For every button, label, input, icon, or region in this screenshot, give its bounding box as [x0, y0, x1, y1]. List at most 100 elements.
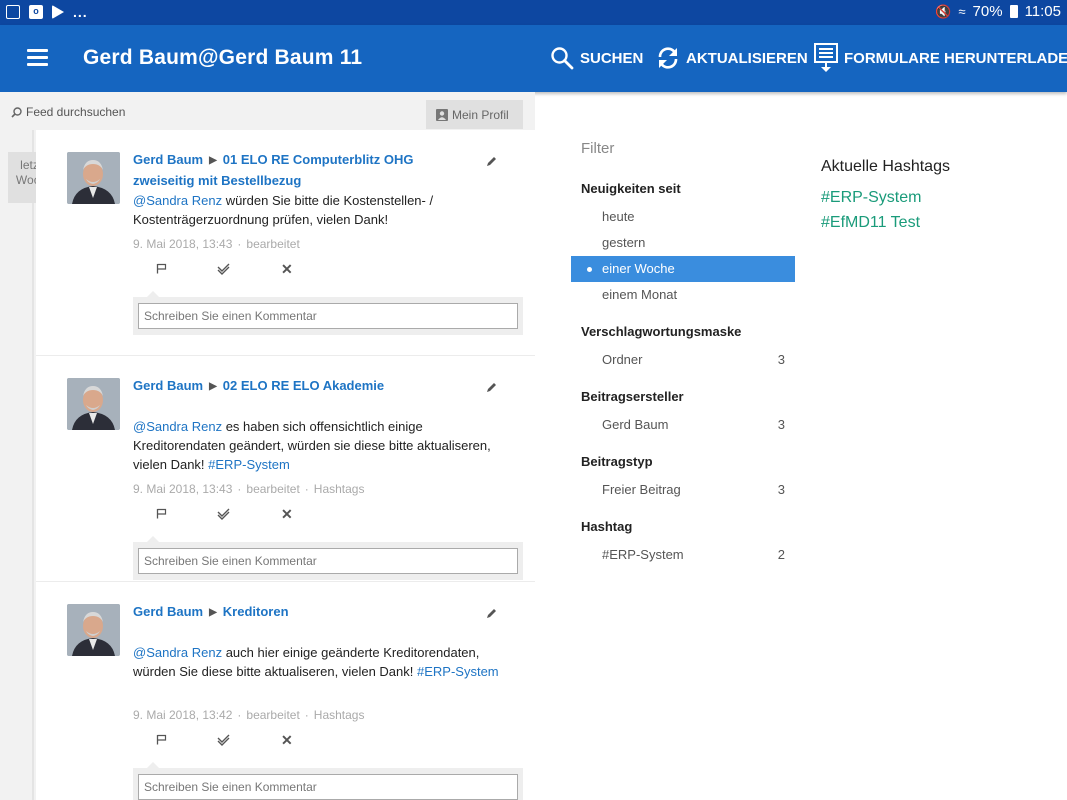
- post-edited: bearbeitet: [246, 708, 300, 722]
- comment-input[interactable]: [138, 303, 518, 329]
- post-hashtag[interactable]: #ERP-System: [417, 664, 499, 679]
- my-profile-button[interactable]: Mein Profil: [426, 100, 523, 129]
- download-forms-button[interactable]: FORMULARE HERUNTERLADEN: [814, 43, 1067, 72]
- filter-item-count: 3: [777, 352, 785, 367]
- edit-icon[interactable]: [486, 156, 497, 167]
- filter-item-label: #ERP-System: [602, 547, 684, 562]
- avatar[interactable]: [67, 378, 120, 430]
- filter-item[interactable]: Ordner 3: [571, 347, 795, 373]
- search-button[interactable]: SUCHEN: [550, 44, 643, 72]
- post-hashtags-link[interactable]: Hashtags: [314, 482, 365, 496]
- flag-icon[interactable]: [156, 263, 167, 274]
- post-date: 9. Mai 2018, 13:43: [133, 237, 233, 251]
- post-target[interactable]: 02 ELO RE ELO Akademie: [223, 378, 384, 393]
- post-author[interactable]: Gerd Baum: [133, 604, 203, 619]
- post-header: Gerd Baum ▶ 02 ELO RE ELO Akademie: [133, 376, 473, 397]
- close-icon[interactable]: ✕: [281, 733, 293, 747]
- post-author[interactable]: Gerd Baum: [133, 152, 203, 167]
- post-date: 9. Mai 2018, 13:43: [133, 482, 233, 496]
- filter-item[interactable]: Gerd Baum 3: [571, 412, 795, 438]
- flag-icon[interactable]: [156, 734, 167, 745]
- filter-item-count: 2: [777, 547, 785, 562]
- refresh-button[interactable]: AKTUALISIEREN: [656, 44, 808, 72]
- app-title: Gerd Baum@Gerd Baum 11: [83, 46, 363, 69]
- download-forms-icon: [814, 43, 838, 72]
- close-icon[interactable]: ✕: [281, 262, 293, 276]
- meta-separator: ·: [237, 482, 242, 496]
- filter-item[interactable]: Freier Beitrag 3: [571, 477, 795, 503]
- status-bar-notifications: o ...: [6, 4, 88, 20]
- comment-box: [133, 536, 523, 580]
- mute-icon: 🔇: [935, 3, 952, 19]
- post-hashtags-link[interactable]: Hashtags: [314, 708, 365, 722]
- post-mention[interactable]: @Sandra Renz: [133, 193, 222, 208]
- feed-panel: Mein Profil letzte Woche Gerd Baum▶01 EL…: [0, 92, 535, 800]
- filter-item-label: heute: [602, 209, 635, 224]
- battery-percent: 70%: [972, 3, 1003, 20]
- post-header: Gerd Baum ▶ Kreditoren: [133, 602, 473, 623]
- mark-read-icon[interactable]: [217, 263, 230, 275]
- filter-title: Filter: [581, 140, 615, 157]
- refresh-button-label: AKTUALISIEREN: [686, 49, 808, 67]
- edit-icon[interactable]: [486, 382, 497, 393]
- download-forms-label: FORMULARE HERUNTERLADEN: [844, 49, 1067, 67]
- hashtag-link[interactable]: #ERP-System: [821, 185, 1051, 210]
- play-store-icon: [52, 5, 64, 19]
- mark-read-icon[interactable]: [217, 508, 230, 520]
- menu-icon[interactable]: [27, 49, 48, 66]
- app-bar: Gerd Baum@Gerd Baum 11 SUCHEN AKTUALISIE…: [0, 25, 1067, 92]
- wifi-icon: ≈: [958, 4, 966, 19]
- mark-read-icon[interactable]: [217, 734, 230, 746]
- gallery-icon: [6, 5, 20, 19]
- meta-separator: ·: [237, 708, 242, 722]
- post-body: @Sandra Renz auch hier einige geänderte …: [133, 643, 513, 681]
- profile-icon: [436, 108, 448, 121]
- filter-item[interactable]: #ERP-System 2: [571, 542, 795, 568]
- post-target[interactable]: Kreditoren: [223, 604, 289, 619]
- post-mention[interactable]: @Sandra Renz: [133, 645, 222, 660]
- comment-input[interactable]: [138, 774, 518, 800]
- flag-icon[interactable]: [156, 508, 167, 519]
- close-icon[interactable]: ✕: [281, 507, 293, 521]
- filter-item[interactable]: gestern: [571, 230, 795, 256]
- filter-item-label: gestern: [602, 235, 646, 250]
- avatar[interactable]: [67, 604, 120, 656]
- filter-item[interactable]: einem Monat: [571, 282, 795, 308]
- filter-item[interactable]: einer Woche: [571, 256, 795, 282]
- meta-separator: ·: [237, 237, 242, 251]
- feed-search-input[interactable]: [26, 105, 226, 119]
- outlook-icon: o: [29, 5, 43, 19]
- post-header: Gerd Baum ▶ 01 ELO RE Computerblitz OHG zw…: [133, 150, 473, 190]
- feed-post: Gerd Baum ▶ 02 ELO RE ELO Akademie @Sandra…: [36, 356, 535, 582]
- clock: 11:05: [1024, 3, 1061, 20]
- meta-separator: ·: [304, 482, 309, 496]
- feed-search-icon: [11, 107, 22, 118]
- arrow-right-icon: ▶: [209, 155, 217, 166]
- feed-search-row: Mein Profil: [0, 92, 535, 130]
- filter-group-title: Hashtag: [581, 519, 633, 534]
- post-actions: ✕: [156, 262, 296, 277]
- post-meta: 9. Mai 2018, 13:43 · bearbeitet: [133, 237, 300, 251]
- post-edited: bearbeitet: [246, 482, 300, 496]
- status-bar-system: 🔇 ≈ 70% 11:05: [935, 3, 1061, 20]
- filter-item-label: Freier Beitrag: [602, 482, 681, 497]
- comment-input[interactable]: [138, 548, 518, 574]
- more-notifications: ...: [73, 4, 88, 20]
- edit-icon[interactable]: [486, 608, 497, 619]
- filter-item-label: Gerd Baum: [602, 417, 669, 432]
- post-date: 9. Mai 2018, 13:42: [133, 708, 233, 722]
- post-body: @Sandra Renz es haben sich offensichtlic…: [133, 417, 513, 474]
- refresh-icon: [658, 47, 678, 69]
- post-mention[interactable]: @Sandra Renz: [133, 419, 222, 434]
- post-author[interactable]: Gerd Baum: [133, 378, 203, 393]
- hashtags-title: Aktuelle Hashtags: [821, 158, 950, 175]
- comment-box: [133, 762, 523, 800]
- arrow-right-icon: ▶: [209, 381, 217, 392]
- avatar[interactable]: [67, 152, 120, 204]
- post-hashtag[interactable]: #ERP-System: [208, 457, 290, 472]
- hashtag-link[interactable]: #EfMD11 Test: [821, 210, 1051, 235]
- filter-item[interactable]: heute: [571, 204, 795, 230]
- arrow-right-icon: ▶: [209, 607, 217, 618]
- filter-item-label: einer Woche: [602, 261, 675, 276]
- feed-list: Gerd Baum ▶ 01 ELO RE Computerblitz OHG zw…: [36, 130, 535, 800]
